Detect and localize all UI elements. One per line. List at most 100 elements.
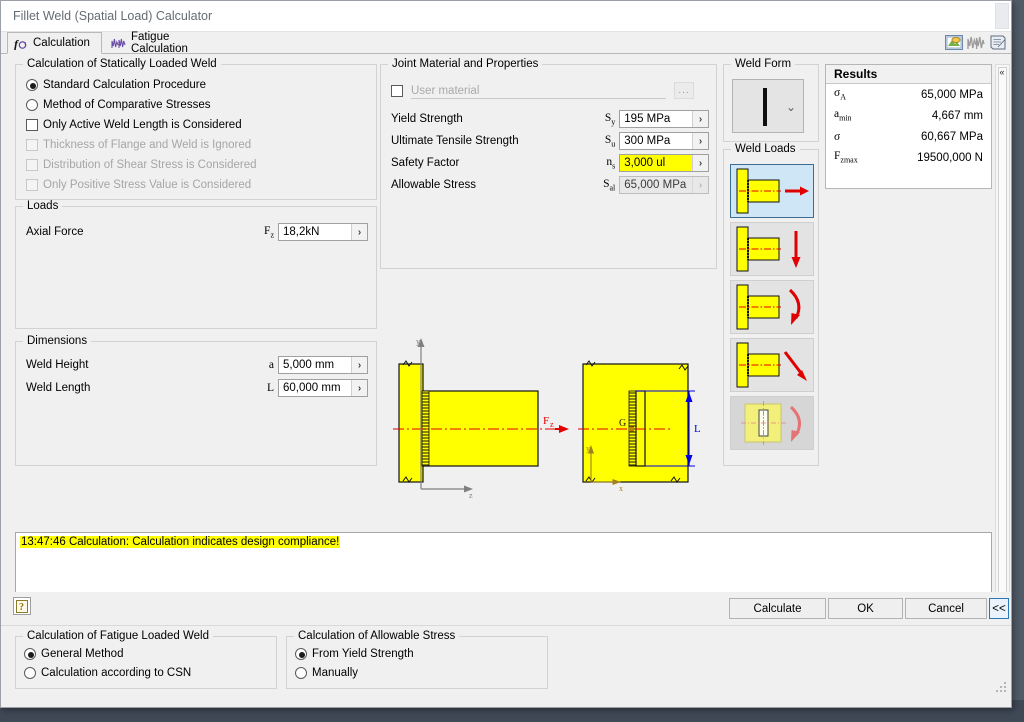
axial-force-symbol: Fz bbox=[264, 224, 274, 240]
checkbox-thickness-of-flange-ignored: Thickness of Flange and Weld is Ignored bbox=[26, 139, 251, 151]
loads-group: Loads Axial Force Fz 18,2kN › bbox=[15, 200, 377, 329]
tab-fatigue-calculation[interactable]: Fatigue Calculation bbox=[104, 31, 230, 55]
svg-text:y: y bbox=[586, 444, 590, 453]
radio-method-of-comparative-stresses[interactable]: Method of Comparative Stresses bbox=[26, 99, 210, 111]
safety-factor-input[interactable]: 3,000 ul › bbox=[619, 154, 709, 172]
weld-height-input[interactable]: 5,000 mm › bbox=[278, 356, 368, 374]
chevron-right-icon[interactable]: › bbox=[351, 357, 367, 373]
radio-indicator bbox=[26, 99, 38, 111]
tab-calculation-label: Calculation bbox=[33, 37, 90, 49]
scrollbar-thumb[interactable] bbox=[998, 67, 1007, 623]
resize-grip[interactable] bbox=[996, 682, 1008, 694]
checkbox-indicator bbox=[26, 159, 38, 171]
weld-loads-group: Weld Loads bbox=[723, 143, 819, 466]
radio-indicator bbox=[24, 667, 36, 679]
chevron-right-icon[interactable]: › bbox=[692, 155, 708, 171]
weld-form-group-legend: Weld Form bbox=[731, 58, 796, 70]
vertical-scrollbar[interactable] bbox=[995, 64, 1010, 626]
radio-from-yield-strength[interactable]: From Yield Strength bbox=[295, 648, 414, 660]
checkbox-distribution-of-shear-stress: Distribution of Shear Stress is Consider… bbox=[26, 159, 257, 171]
svg-text:x: x bbox=[619, 484, 623, 493]
field-row-axial-force: Axial Force Fz 18,2kN › bbox=[26, 223, 370, 241]
fatigue-chart-icon[interactable] bbox=[967, 34, 985, 51]
notepad-icon[interactable] bbox=[989, 34, 1007, 51]
user-material-input[interactable]: User material bbox=[411, 82, 666, 99]
ultimate-tensile-strength-input[interactable]: 300 MPa › bbox=[619, 132, 709, 150]
weld-load-shear-force[interactable] bbox=[730, 222, 814, 276]
titlebar-scroll-grip[interactable] bbox=[995, 3, 1009, 29]
collapse-left-icon-top[interactable]: « bbox=[995, 65, 1009, 79]
collapse-panel-button[interactable]: << bbox=[989, 598, 1009, 619]
yield-strength-input[interactable]: 195 MPa › bbox=[619, 110, 709, 128]
result-symbol: amin bbox=[834, 108, 852, 123]
allowable-stress-input: 65,000 MPa › bbox=[619, 176, 709, 194]
chevron-right-icon: › bbox=[692, 177, 708, 193]
weld-load-torsion-moment[interactable] bbox=[730, 396, 814, 450]
help-button[interactable]: ? bbox=[13, 597, 31, 615]
svg-text:f: f bbox=[14, 37, 19, 50]
weld-length-input[interactable]: 60,000 mm › bbox=[278, 379, 368, 397]
window-title: Fillet Weld (Spatial Load) Calculator bbox=[13, 9, 213, 23]
chevron-right-icon[interactable]: › bbox=[351, 380, 367, 396]
allowable-stress-group: Calculation of Allowable Stress From Yie… bbox=[286, 630, 548, 689]
svg-text:z: z bbox=[469, 491, 473, 500]
results-title: Results bbox=[826, 65, 991, 84]
checkbox-label: Thickness of Flange and Weld is Ignored bbox=[43, 139, 252, 151]
export-image-icon[interactable] bbox=[945, 34, 963, 51]
tabstrip: f Calculation Fatigue Calculation bbox=[1, 31, 1011, 55]
result-symbol: σA bbox=[834, 87, 846, 102]
svg-text:L: L bbox=[694, 423, 701, 435]
svg-text:?: ? bbox=[19, 602, 24, 613]
checkbox-only-active-weld-length[interactable]: Only Active Weld Length is Considered bbox=[26, 119, 242, 131]
dimensions-group-legend: Dimensions bbox=[23, 335, 92, 347]
chevron-right-icon[interactable]: › bbox=[351, 224, 367, 240]
weld-form-dropdown[interactable]: ⌄ bbox=[732, 79, 804, 133]
log-message: 13:47:46 Calculation: Calculation indica… bbox=[20, 536, 341, 548]
radio-manually[interactable]: Manually bbox=[295, 667, 358, 679]
tab-calculation[interactable]: f Calculation bbox=[7, 32, 102, 54]
result-symbol: Fzmax bbox=[834, 150, 858, 165]
result-row-a-min: amin 4,667 mm bbox=[826, 105, 991, 126]
weld-load-bending-moment[interactable] bbox=[730, 280, 814, 334]
radio-label: From Yield Strength bbox=[312, 648, 414, 660]
chevron-down-icon[interactable]: ⌄ bbox=[786, 100, 796, 114]
checkbox-only-positive-stress-value: Only Positive Stress Value is Considered bbox=[26, 179, 251, 191]
radio-label: Standard Calculation Procedure bbox=[43, 79, 207, 91]
button-bar: ? Calculate OK Cancel << bbox=[1, 592, 1011, 625]
safety-factor-label: Safety Factor bbox=[391, 157, 460, 169]
radio-general-method[interactable]: General Method bbox=[24, 648, 123, 660]
svg-text:F: F bbox=[543, 415, 549, 427]
radio-calculation-according-to-csn[interactable]: Calculation according to CSN bbox=[24, 667, 191, 679]
field-row-allowable-stress: Allowable Stress Sal 65,000 MPa › bbox=[391, 176, 709, 194]
allowable-stress-value: 65,000 MPa bbox=[620, 177, 692, 193]
result-row-fz-max: Fzmax 19500,000 N bbox=[826, 147, 991, 168]
checkbox-label: Only Active Weld Length is Considered bbox=[43, 119, 242, 131]
radio-indicator bbox=[26, 79, 38, 91]
ok-button[interactable]: OK bbox=[828, 598, 903, 619]
svg-text:y: y bbox=[416, 337, 420, 346]
chevron-right-icon[interactable]: › bbox=[692, 133, 708, 149]
weld-length-symbol: L bbox=[266, 382, 274, 394]
results-panel: Results σA 65,000 MPa amin 4,667 mm σ 60… bbox=[825, 64, 992, 189]
fatigue-group-legend: Calculation of Fatigue Loaded Weld bbox=[23, 630, 213, 642]
svg-text:z: z bbox=[550, 420, 554, 429]
user-material-checkbox[interactable] bbox=[391, 84, 403, 97]
radio-standard-calculation-procedure[interactable]: Standard Calculation Procedure bbox=[26, 79, 206, 91]
chart-wave-icon bbox=[111, 37, 126, 49]
checkbox-indicator bbox=[26, 139, 38, 151]
field-row-safety-factor: Safety Factor ns 3,000 ul › bbox=[391, 154, 709, 172]
browse-material-button[interactable]: ... bbox=[674, 82, 694, 99]
calculate-button[interactable]: Calculate bbox=[729, 598, 826, 619]
axial-force-input[interactable]: 18,2kN › bbox=[278, 223, 368, 241]
single-bar-weld-icon bbox=[763, 88, 767, 126]
material-group: Joint Material and Properties User mater… bbox=[380, 58, 717, 269]
cancel-button[interactable]: Cancel bbox=[905, 598, 987, 619]
field-row-weld-height: Weld Height a 5,000 mm › bbox=[26, 356, 370, 374]
ultimate-tensile-strength-value: 300 MPa bbox=[620, 133, 692, 149]
weld-load-axial-force[interactable] bbox=[730, 164, 814, 218]
weld-load-combined-force[interactable] bbox=[730, 338, 814, 392]
checkbox-label: Only Positive Stress Value is Considered bbox=[43, 179, 252, 191]
axial-force-label: Axial Force bbox=[26, 226, 84, 238]
yield-strength-symbol: Sy bbox=[604, 111, 616, 127]
chevron-right-icon[interactable]: › bbox=[692, 111, 708, 127]
